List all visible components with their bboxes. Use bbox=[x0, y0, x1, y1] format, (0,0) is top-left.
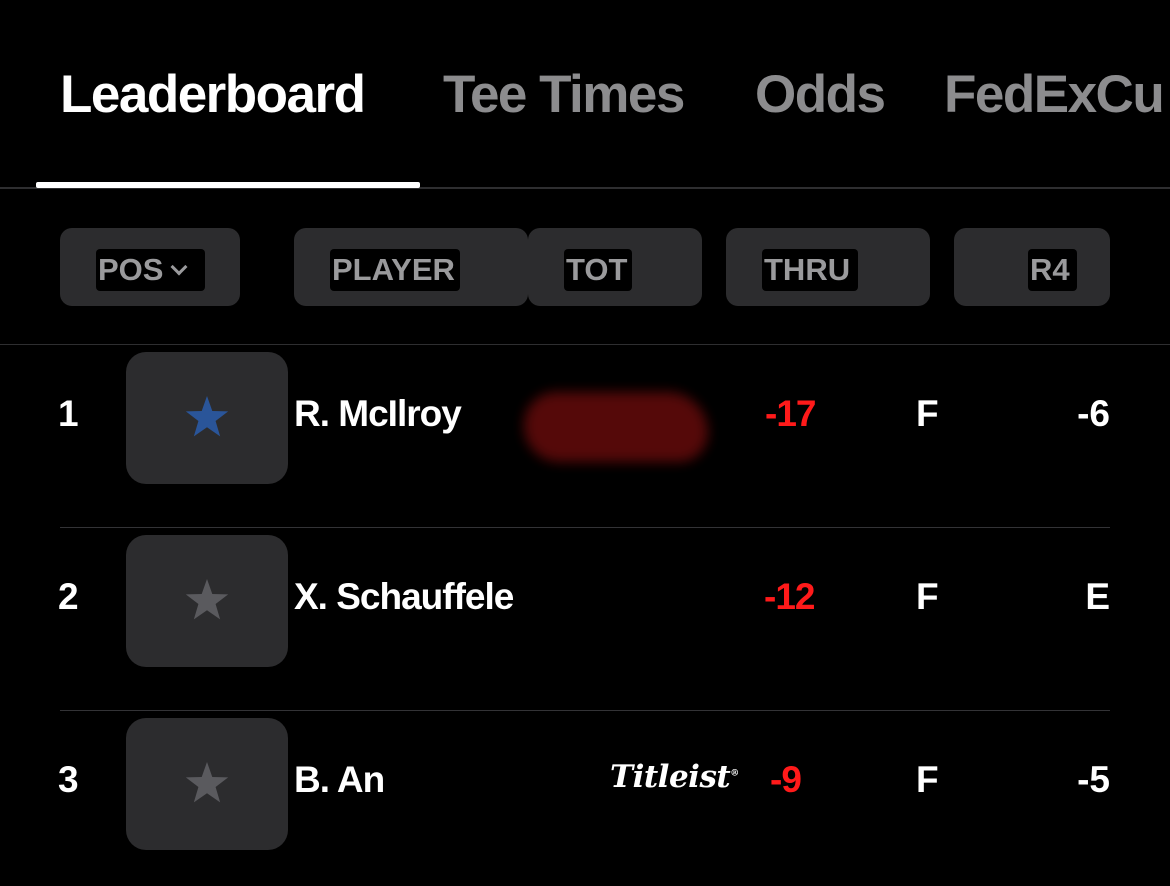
tab-odds[interactable]: Odds bbox=[755, 62, 886, 128]
tab-bar: Leaderboard Tee Times Odds FedExCu bbox=[0, 0, 1170, 189]
leaderboard-row[interactable]: 3 B. An Titleist® -9 F -5 bbox=[0, 711, 1170, 886]
column-header-row: POS PLAYER TOT THRU R4 bbox=[0, 190, 1170, 345]
player-header-label: PLAYER bbox=[330, 249, 460, 291]
round-4-score: E bbox=[1085, 576, 1110, 617]
sort-tot-button[interactable]: TOT bbox=[528, 228, 702, 306]
round-4-score: -6 bbox=[1077, 393, 1110, 434]
tot-header-label: TOT bbox=[564, 249, 632, 291]
thru-status: F bbox=[916, 759, 939, 800]
total-score: -9 bbox=[770, 759, 802, 800]
chevron-down-icon bbox=[170, 258, 188, 276]
thru-status: F bbox=[916, 393, 939, 434]
position: 1 bbox=[58, 393, 79, 434]
sort-pos-button[interactable]: POS bbox=[60, 228, 240, 306]
sort-thru-button[interactable]: THRU bbox=[726, 228, 930, 306]
round-4-score: -5 bbox=[1077, 759, 1110, 800]
player-name[interactable]: B. An bbox=[294, 759, 385, 801]
star-icon bbox=[185, 579, 229, 620]
active-tab-indicator bbox=[36, 182, 420, 188]
total-score: -12 bbox=[764, 576, 815, 617]
player-name[interactable]: X. Schauffele bbox=[294, 576, 514, 618]
leaderboard-row[interactable]: 1 R. McIlroy -17 F -6 bbox=[0, 345, 1170, 528]
total-score: -17 bbox=[765, 393, 816, 434]
pos-header-label: POS bbox=[96, 249, 205, 291]
position: 2 bbox=[58, 576, 79, 617]
redacted-sponsor-logo bbox=[524, 392, 708, 462]
player-name[interactable]: R. McIlroy bbox=[294, 393, 462, 435]
thru-status: F bbox=[916, 576, 939, 617]
thru-header-label: THRU bbox=[762, 249, 858, 291]
titleist-logo: Titleist® bbox=[610, 759, 739, 795]
star-icon bbox=[185, 396, 229, 437]
r4-header-label: R4 bbox=[1028, 249, 1077, 291]
tab-tee-times[interactable]: Tee Times bbox=[443, 62, 685, 128]
favorite-button[interactable] bbox=[126, 718, 288, 850]
leaderboard-row[interactable]: 2 X. Schauffele -12 F E bbox=[0, 528, 1170, 711]
favorite-button[interactable] bbox=[126, 352, 288, 484]
tab-fedexcup[interactable]: FedExCu bbox=[944, 62, 1165, 128]
tab-leaderboard[interactable]: Leaderboard bbox=[60, 62, 366, 128]
sort-player-button[interactable]: PLAYER bbox=[294, 228, 528, 306]
leaderboard-screen: Leaderboard Tee Times Odds FedExCu POS P… bbox=[0, 0, 1170, 886]
favorite-button[interactable] bbox=[126, 535, 288, 667]
sort-r4-button[interactable]: R4 bbox=[954, 228, 1110, 306]
star-icon bbox=[185, 762, 229, 803]
position: 3 bbox=[58, 759, 79, 800]
